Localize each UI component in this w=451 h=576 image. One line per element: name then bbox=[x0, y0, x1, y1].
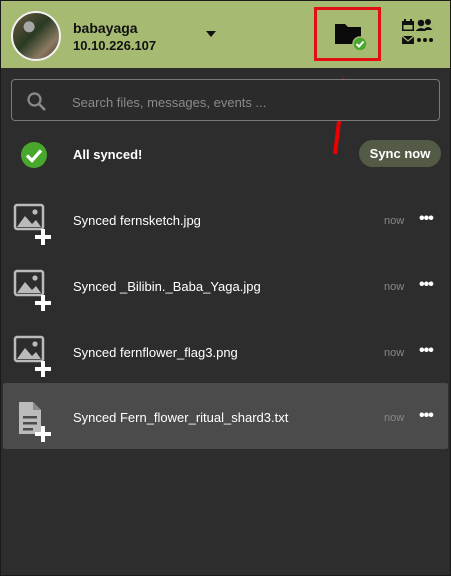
activity-text: Synced Fern_flower_ritual_shard3.txt bbox=[73, 410, 289, 425]
more-options-icon[interactable]: ••• bbox=[419, 407, 434, 425]
sync-ok-icon bbox=[21, 142, 47, 168]
activity-item[interactable]: Synced fernsketch.jpg now ••• bbox=[1, 186, 450, 252]
open-local-folder-button[interactable] bbox=[314, 7, 381, 61]
more-options-icon[interactable]: ••• bbox=[419, 276, 434, 294]
account-server[interactable]: 10.10.226.107 bbox=[73, 38, 156, 53]
more-options-icon[interactable]: ••• bbox=[419, 210, 434, 228]
apps-menu-button[interactable] bbox=[399, 15, 437, 53]
more-options-icon[interactable]: ••• bbox=[419, 342, 434, 360]
header-bar: babayaga 10.10.226.107 bbox=[1, 1, 450, 68]
account-name[interactable]: babayaga bbox=[73, 20, 138, 36]
activity-time: now bbox=[384, 215, 405, 227]
image-add-icon bbox=[13, 269, 51, 311]
activity-text: Synced _Bilibin._Baba_Yaga.jpg bbox=[73, 279, 261, 294]
search-input[interactable] bbox=[70, 89, 429, 115]
activity-text: Synced fernflower_flag3.png bbox=[73, 345, 238, 360]
search-bar bbox=[11, 79, 440, 121]
activity-time: now bbox=[384, 281, 405, 293]
document-add-icon bbox=[19, 402, 51, 442]
nextcloud-tray-window: babayaga 10.10.226.107 Search files, mes… bbox=[0, 0, 451, 576]
activity-time: now bbox=[384, 412, 405, 424]
activity-text: Synced fernsketch.jpg bbox=[73, 213, 201, 228]
image-add-icon bbox=[13, 335, 51, 377]
folder-synced-icon bbox=[335, 24, 367, 51]
activity-item-hovered[interactable]: Synced Fern_flower_ritual_shard3.txt now… bbox=[3, 383, 448, 449]
activity-item[interactable]: Synced _Bilibin._Baba_Yaga.jpg now ••• bbox=[1, 252, 450, 318]
image-add-icon bbox=[13, 203, 51, 245]
apps-icon bbox=[401, 19, 433, 44]
activity-time: now bbox=[384, 347, 405, 359]
account-dropdown-icon[interactable] bbox=[206, 31, 216, 37]
avatar[interactable] bbox=[11, 11, 61, 61]
sync-status-row: All synced! Sync now bbox=[1, 135, 450, 175]
sync-now-button[interactable]: Sync now bbox=[359, 140, 441, 167]
sync-status-label: All synced! bbox=[73, 147, 143, 162]
activity-item[interactable]: Synced fernflower_flag3.png now ••• bbox=[1, 318, 450, 384]
search-icon bbox=[27, 92, 46, 111]
